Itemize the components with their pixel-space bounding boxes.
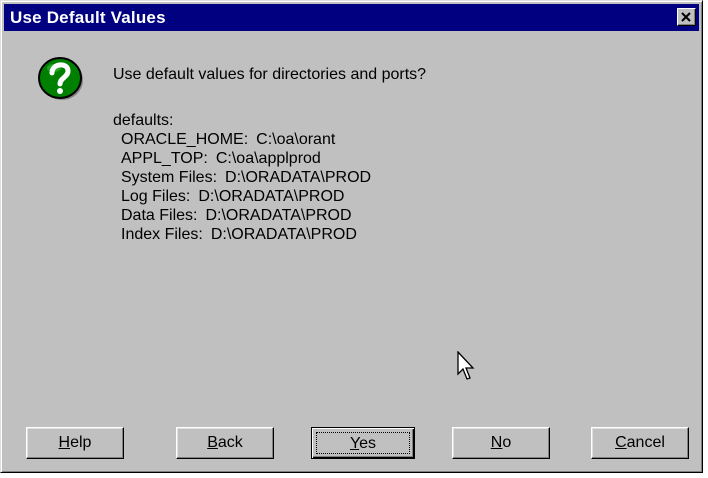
cancel-label: ancel (626, 434, 665, 451)
focus-rectangle: Yes (316, 432, 410, 454)
question-icon (38, 57, 83, 100)
help-label: elp (70, 434, 92, 451)
default-key: System Files: (121, 169, 218, 186)
default-key: Log Files: (121, 188, 191, 205)
default-value: D:\ORADATA\PROD (210, 226, 357, 243)
no-button[interactable]: No (452, 427, 550, 459)
default-value: C:\oa\applprod (215, 150, 321, 167)
default-index-files: Index Files: D:\ORADATA\PROD (121, 225, 371, 244)
window-title: Use Default Values (10, 8, 166, 27)
close-button[interactable] (677, 8, 696, 26)
help-button[interactable]: Help (26, 427, 124, 459)
mouse-pointer-icon (457, 351, 475, 380)
use-default-values-dialog: Use Default Values Use default values fo… (0, 0, 703, 473)
default-key: Index Files: (121, 226, 203, 243)
default-value: D:\ORADATA\PROD (198, 188, 345, 205)
default-key: ORACLE_HOME: (121, 131, 249, 148)
default-data-files: Data Files: D:\ORADATA\PROD (121, 206, 371, 225)
default-appl-top: APPL_TOP: C:\oa\applprod (121, 149, 371, 168)
default-value: C:\oa\orant (256, 131, 336, 148)
no-mnemonic: N (490, 434, 503, 451)
default-value: D:\ORADATA\PROD (225, 169, 372, 186)
default-system-files: System Files: D:\ORADATA\PROD (121, 168, 371, 187)
default-value: D:\ORADATA\PROD (205, 207, 352, 224)
defaults-label: defaults: (113, 112, 174, 129)
no-label: o (502, 434, 512, 451)
defaults-list: defaults: ORACLE_HOME: C:\oa\orant APPL_T… (113, 111, 371, 244)
close-icon (681, 12, 691, 22)
yes-button[interactable]: Yes (311, 427, 415, 459)
cancel-button[interactable]: Cancel (591, 427, 689, 459)
default-oracle-home: ORACLE_HOME: C:\oa\orant (121, 130, 371, 149)
default-key: Data Files: (121, 207, 198, 224)
back-mnemonic: B (207, 434, 218, 451)
back-button[interactable]: Back (176, 427, 274, 459)
default-key: APPL_TOP: (121, 150, 208, 167)
yes-mnemonic: Y (349, 435, 360, 452)
dialog-prompt: Use default values for directories and p… (113, 66, 427, 83)
back-label: ack (217, 434, 243, 451)
help-mnemonic: H (58, 434, 71, 451)
yes-label: es (359, 435, 377, 452)
cancel-mnemonic: C (615, 434, 627, 451)
title-bar[interactable]: Use Default Values (4, 4, 699, 31)
default-log-files: Log Files: D:\ORADATA\PROD (121, 187, 371, 206)
